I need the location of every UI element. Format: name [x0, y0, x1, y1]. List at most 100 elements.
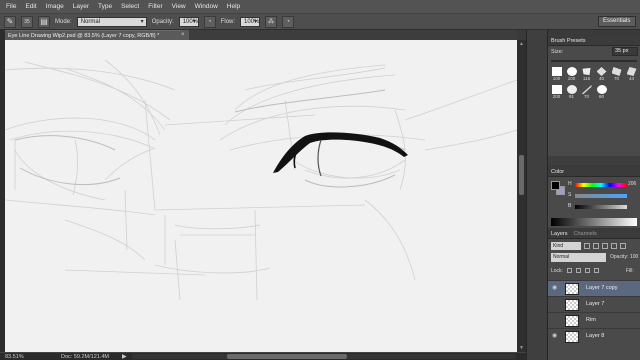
kind-filter-dropdown[interactable]: Kind	[551, 241, 581, 250]
brush-size-slider[interactable]	[551, 60, 637, 62]
pixel-filter-icon[interactable]	[584, 242, 590, 249]
menu-view[interactable]: View	[172, 3, 186, 10]
pressure-size-icon[interactable]: ◔	[282, 15, 295, 28]
menu-filter[interactable]: Filter	[148, 3, 162, 10]
layer-name[interactable]: Layer 8	[586, 333, 604, 339]
scroll-up-icon[interactable]: ▲	[517, 40, 526, 48]
brush-tip[interactable]: 100	[550, 67, 563, 84]
lock-position-icon[interactable]	[585, 268, 590, 273]
sketch-drawing	[5, 59, 517, 301]
lock-image-icon[interactable]	[576, 268, 581, 273]
menu-file[interactable]: File	[6, 3, 16, 10]
mode-label: Mode:	[55, 18, 72, 25]
layer-row[interactable]: ◉ Layer 8	[548, 328, 640, 344]
hue-value[interactable]: 206	[628, 181, 636, 187]
tab-strip	[189, 30, 517, 40]
status-menu-arrow-icon[interactable]: ▶	[122, 353, 127, 360]
menu-help[interactable]: Help	[227, 3, 240, 10]
hue-label: H	[568, 181, 572, 187]
opacity-field[interactable]: 100%	[178, 16, 199, 27]
layer-name[interactable]: Rim	[586, 317, 596, 323]
inked-eye-lashline	[273, 132, 408, 173]
menu-bar: File Edit Image Layer Type Select Filter…	[0, 0, 640, 14]
layer-thumbnail	[565, 283, 579, 295]
horizontal-scroll-thumb[interactable]	[227, 354, 347, 359]
brush-tip[interactable]: 44	[625, 67, 638, 84]
smart-object-filter-icon[interactable]	[620, 242, 626, 249]
menu-edit[interactable]: Edit	[25, 3, 36, 10]
tab-brush-presets[interactable]: Brush Presets	[551, 37, 586, 45]
vertical-scrollbar[interactable]: ▲ ▼	[517, 40, 526, 352]
brush-tool-icon[interactable]: ✎	[4, 15, 16, 28]
layer-row[interactable]: ◉ Layer 7 copy	[548, 280, 640, 296]
visibility-toggle-empty[interactable]	[552, 318, 558, 323]
layer-row[interactable]: Rim	[548, 312, 640, 328]
color-ramp[interactable]	[551, 218, 637, 226]
foreground-color-swatch[interactable]	[551, 181, 560, 190]
brush-size-field[interactable]: 35 px	[612, 47, 638, 56]
layer-row[interactable]: Layer 7	[548, 296, 640, 312]
mode-dropdown[interactable]: Normal	[76, 16, 147, 27]
menu-layer[interactable]: Layer	[73, 3, 89, 10]
flow-field[interactable]: 100%	[240, 16, 261, 27]
saturation-slider[interactable]	[575, 194, 627, 198]
blend-opacity-row: Normal Opacity: 100	[551, 253, 638, 263]
brush-size-picker[interactable]: 35	[21, 15, 33, 28]
menu-image[interactable]: Image	[46, 3, 64, 10]
tab-color[interactable]: Color	[551, 168, 564, 176]
layer-name[interactable]: Layer 7	[586, 301, 604, 307]
brightness-slider[interactable]	[575, 205, 627, 209]
lock-fill-row: Lock: Fill:	[551, 267, 637, 276]
pressure-opacity-icon[interactable]: ◔	[203, 15, 216, 28]
brush-presets-header: Brush Presets	[548, 37, 640, 46]
lock-all-icon[interactable]	[594, 268, 599, 273]
layer-thumbnail	[565, 315, 579, 327]
fill-label: Fill:	[626, 268, 634, 274]
visibility-toggle-empty[interactable]	[552, 302, 558, 307]
vertical-scroll-thumb[interactable]	[519, 155, 524, 195]
tab-channels[interactable]: Channels	[574, 230, 597, 238]
canvas[interactable]	[5, 40, 517, 352]
menu-select[interactable]: Select	[121, 3, 139, 10]
blend-mode-dropdown[interactable]: Normal	[551, 253, 606, 262]
brush-size-label: Size:	[551, 49, 564, 55]
menu-type[interactable]: Type	[98, 3, 112, 10]
brush-presets-footer	[548, 156, 640, 165]
brush-tip[interactable]: 100	[565, 67, 578, 84]
layer-name[interactable]: Layer 7 copy	[586, 285, 618, 291]
scroll-down-icon[interactable]: ▼	[517, 344, 526, 352]
layers-header: Layers Channels	[548, 230, 640, 239]
brush-tip[interactable]: 60	[595, 85, 608, 102]
type-filter-icon[interactable]	[602, 242, 608, 249]
lock-transparent-icon[interactable]	[567, 268, 572, 273]
horizontal-scrollbar[interactable]	[132, 354, 516, 359]
inked-iris-stroke	[317, 139, 322, 177]
brush-panel-toggle-icon[interactable]: ▤	[38, 15, 50, 28]
document-tab[interactable]: Eye Line Drawing Wip2.psd @ 83.5% (Layer…	[5, 30, 181, 40]
shape-filter-icon[interactable]	[611, 242, 617, 249]
fg-bg-swatches[interactable]	[551, 181, 565, 195]
brush-tip[interactable]: 116	[580, 67, 593, 84]
saturation-row: S	[568, 192, 638, 200]
brush-tip[interactable]: 40	[595, 67, 608, 84]
airbrush-icon[interactable]: ⁂	[265, 15, 278, 28]
visibility-eye-icon[interactable]: ◉	[552, 333, 558, 339]
zoom-level[interactable]: 83.51%	[5, 354, 24, 360]
menu-window[interactable]: Window	[195, 3, 218, 10]
workspace-switcher[interactable]: Essentials	[598, 16, 636, 27]
brush-tip[interactable]: 70	[580, 85, 593, 102]
visibility-eye-icon[interactable]: ◉	[552, 285, 558, 291]
layer-opacity-value[interactable]: 100	[630, 254, 638, 260]
tab-layers[interactable]: Layers	[551, 230, 568, 238]
lock-label: Lock:	[551, 268, 563, 274]
doc-size: Doc: 59.2M/121.4M	[61, 354, 109, 360]
brightness-label: B	[568, 203, 572, 209]
layer-filter-row: Kind	[551, 241, 637, 250]
brush-tip[interactable]: 70	[610, 67, 623, 84]
brush-tip[interactable]: 91	[565, 85, 578, 102]
saturation-label: S	[568, 192, 572, 198]
close-tab-icon[interactable]: ×	[181, 30, 189, 40]
brush-tip[interactable]: 200	[550, 85, 563, 102]
adjustment-filter-icon[interactable]	[593, 242, 599, 249]
hue-slider[interactable]	[575, 183, 627, 187]
